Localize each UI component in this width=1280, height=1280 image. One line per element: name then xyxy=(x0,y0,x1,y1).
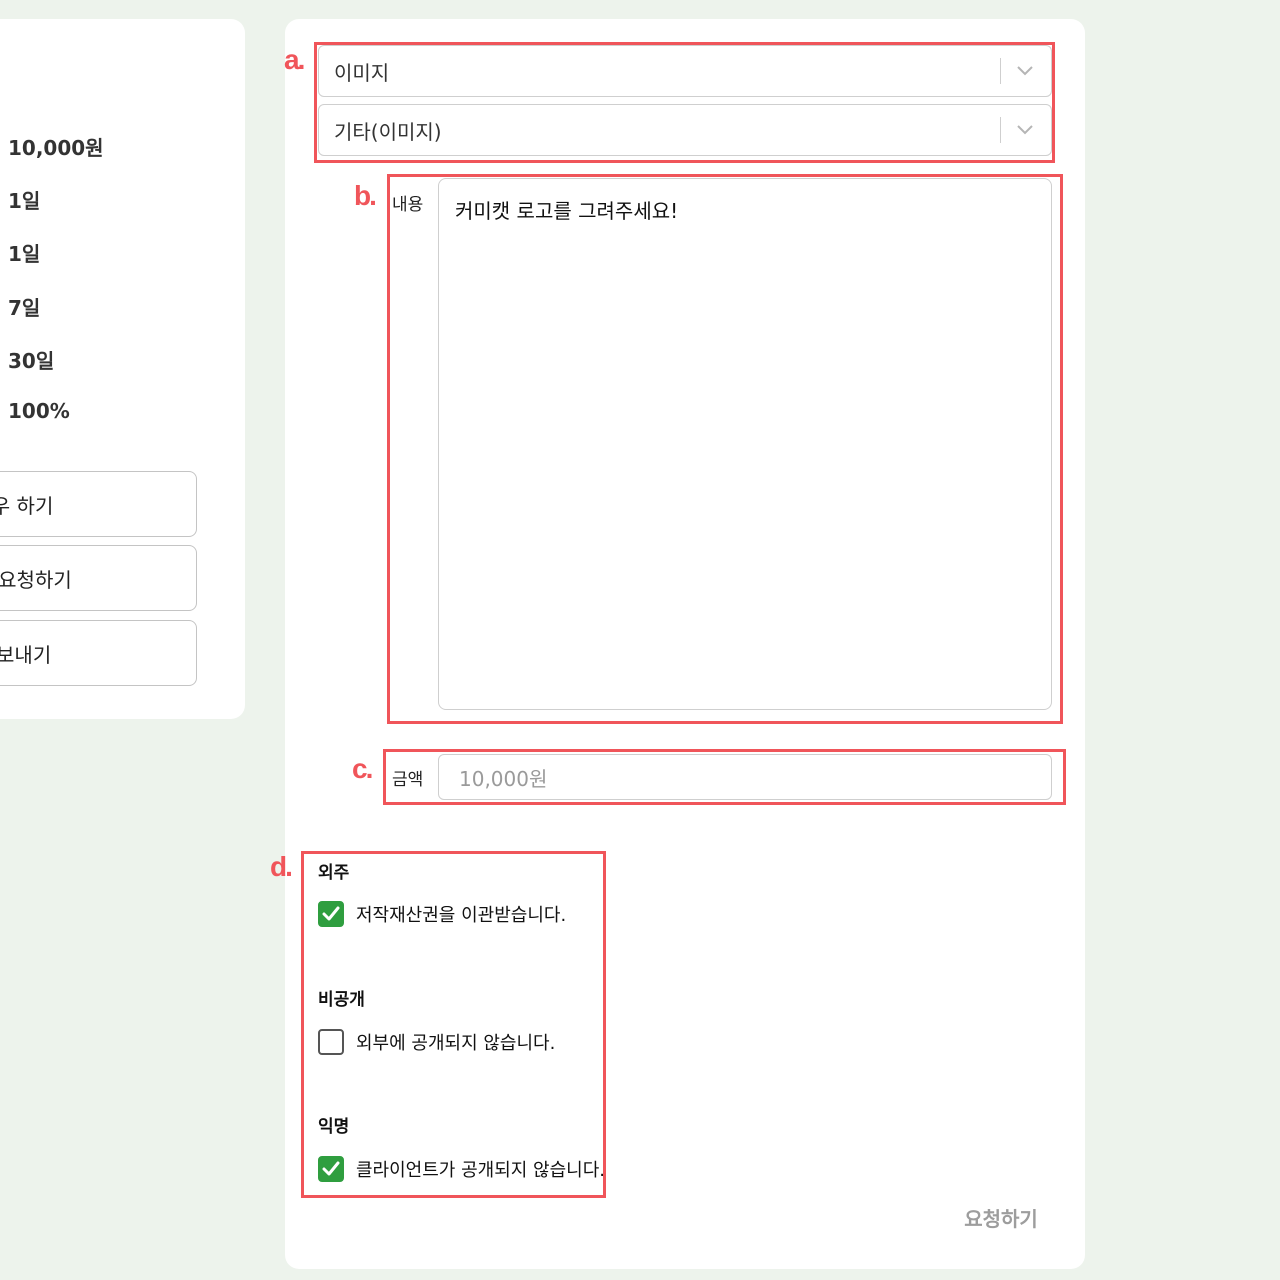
private-checkbox[interactable] xyxy=(318,1029,344,1055)
option-title-outsourcing: 외주 xyxy=(318,863,350,883)
check-icon xyxy=(322,906,340,921)
option-title-private: 비공개 xyxy=(318,990,365,1010)
option-outsourcing-checkbox-row[interactable]: 저작재산권을 이관받습니다. xyxy=(318,901,566,927)
content-textarea-value: 커미캣 로고를 그려주세요! xyxy=(455,199,679,223)
amount-input-placeholder: 10,000원 xyxy=(459,766,548,791)
annotation-label-d: d. xyxy=(270,851,293,882)
anonymous-checkbox[interactable] xyxy=(318,1156,344,1182)
content-textarea[interactable]: 커미캣 로고를 그려주세요! xyxy=(438,178,1052,710)
stat-duration-4: 30일 xyxy=(8,349,55,373)
amount-label: 금액 xyxy=(392,770,424,790)
select-divider xyxy=(1000,58,1001,84)
stat-duration-2: 1일 xyxy=(8,242,41,266)
option-anonymous-checkbox-row[interactable]: 클라이언트가 공개되지 않습니다. xyxy=(318,1156,605,1182)
category-select-value: 이미지 xyxy=(334,60,390,85)
profile-summary-card: 10,000원 1일 1일 7일 30일 100% 팔로우 하기 작업 요청하기… xyxy=(0,19,245,719)
anonymous-checkbox-label: 클라이언트가 공개되지 않습니다. xyxy=(356,1160,606,1181)
annotation-label-b: b. xyxy=(354,180,377,211)
category-select[interactable]: 이미지 xyxy=(318,45,1052,97)
option-title-anonymous: 익명 xyxy=(318,1117,350,1137)
check-icon xyxy=(322,1161,340,1176)
amount-input[interactable]: 10,000원 xyxy=(438,754,1052,800)
follow-button-label: 팔로우 하기 xyxy=(0,493,54,518)
send-dm-button-label: DM 보내기 xyxy=(0,642,52,667)
stat-rate: 100% xyxy=(8,399,70,423)
content-label: 내용 xyxy=(392,195,424,215)
request-work-button-label: 작업 요청하기 xyxy=(0,567,72,592)
private-checkbox-label: 외부에 공개되지 않습니다. xyxy=(356,1033,556,1054)
chevron-down-icon xyxy=(1015,120,1035,140)
option-private-checkbox-row[interactable]: 외부에 공개되지 않습니다. xyxy=(318,1029,555,1055)
annotation-label-a: a. xyxy=(284,44,305,75)
stat-duration-3: 7일 xyxy=(8,296,41,320)
outsourcing-checkbox-label: 저작재산권을 이관받습니다. xyxy=(356,905,567,926)
subcategory-select-value: 기타(이미지) xyxy=(334,119,442,144)
outsourcing-checkbox[interactable] xyxy=(318,901,344,927)
submit-request-button[interactable]: 요청하기 xyxy=(955,1200,1047,1234)
chevron-down-icon xyxy=(1015,61,1035,81)
subcategory-select[interactable]: 기타(이미지) xyxy=(318,104,1052,156)
select-divider xyxy=(1000,117,1001,143)
follow-button[interactable]: 팔로우 하기 xyxy=(0,471,197,537)
stat-price: 10,000원 xyxy=(8,136,104,160)
annotation-label-c: c. xyxy=(352,753,373,784)
request-work-button[interactable]: 작업 요청하기 xyxy=(0,545,197,611)
stat-duration-1: 1일 xyxy=(8,189,41,213)
send-dm-button[interactable]: DM 보내기 xyxy=(0,620,197,686)
